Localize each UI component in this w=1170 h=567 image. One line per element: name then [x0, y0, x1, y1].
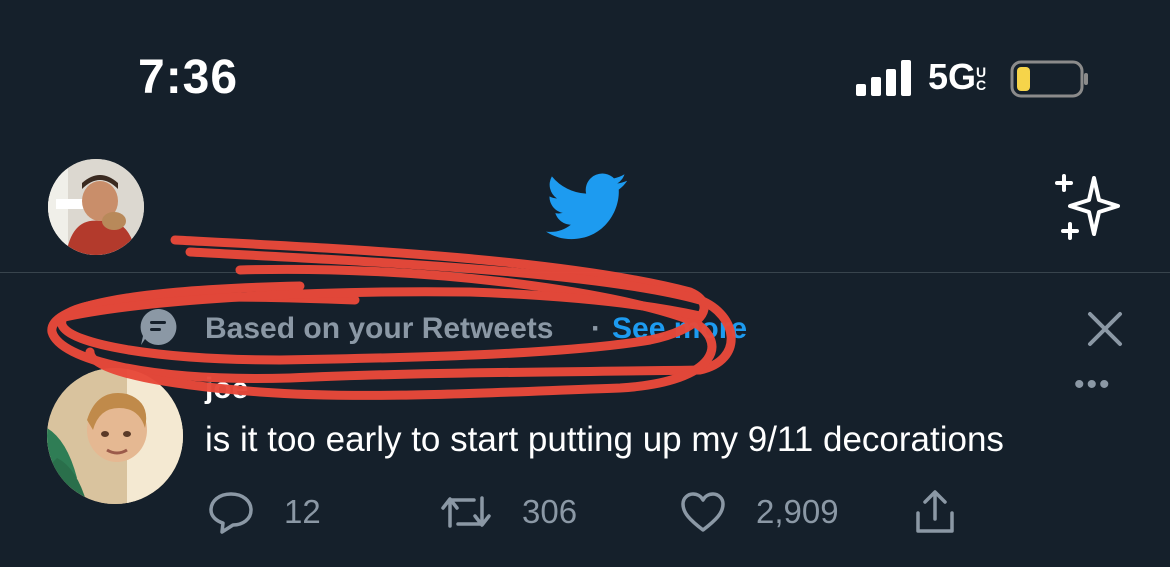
tweet-text: is it too early to start putting up my 9… — [205, 420, 1004, 459]
close-icon[interactable] — [1086, 310, 1124, 353]
status-time: 7:36 — [138, 51, 239, 104]
tweet-author-name[interactable]: joe — [205, 372, 248, 406]
more-options-icon[interactable]: ••• — [1074, 368, 1112, 402]
twitter-bird-icon[interactable] — [546, 172, 628, 247]
tweet-author-avatar[interactable] — [47, 368, 183, 504]
feedback-bubble-icon — [137, 306, 179, 353]
reply-button[interactable]: 12 — [208, 490, 321, 534]
reply-count: 12 — [284, 493, 321, 530]
context-separator: · — [591, 312, 601, 345]
like-button[interactable]: 2,909 — [680, 490, 839, 534]
header-divider — [0, 272, 1170, 273]
share-button[interactable] — [910, 490, 990, 534]
profile-avatar[interactable] — [48, 159, 144, 255]
retweet-button[interactable]: 306 — [440, 490, 577, 534]
network-type: 5G — [928, 56, 977, 97]
network-suffix: UC — [976, 64, 987, 94]
sparkle-icon[interactable] — [1050, 172, 1122, 247]
heart-icon — [681, 492, 725, 532]
context-label: Based on your Retweets — [205, 312, 554, 345]
signal-strength-icon — [856, 58, 914, 103]
like-count: 2,909 — [756, 493, 839, 530]
reply-icon — [209, 492, 253, 534]
see-more-link[interactable]: See more — [612, 312, 747, 346]
retweet-icon — [441, 496, 491, 528]
battery-icon — [1010, 60, 1090, 105]
retweet-count: 306 — [522, 493, 578, 530]
network-indicator: 5GUC — [928, 56, 988, 98]
share-icon — [916, 490, 954, 533]
